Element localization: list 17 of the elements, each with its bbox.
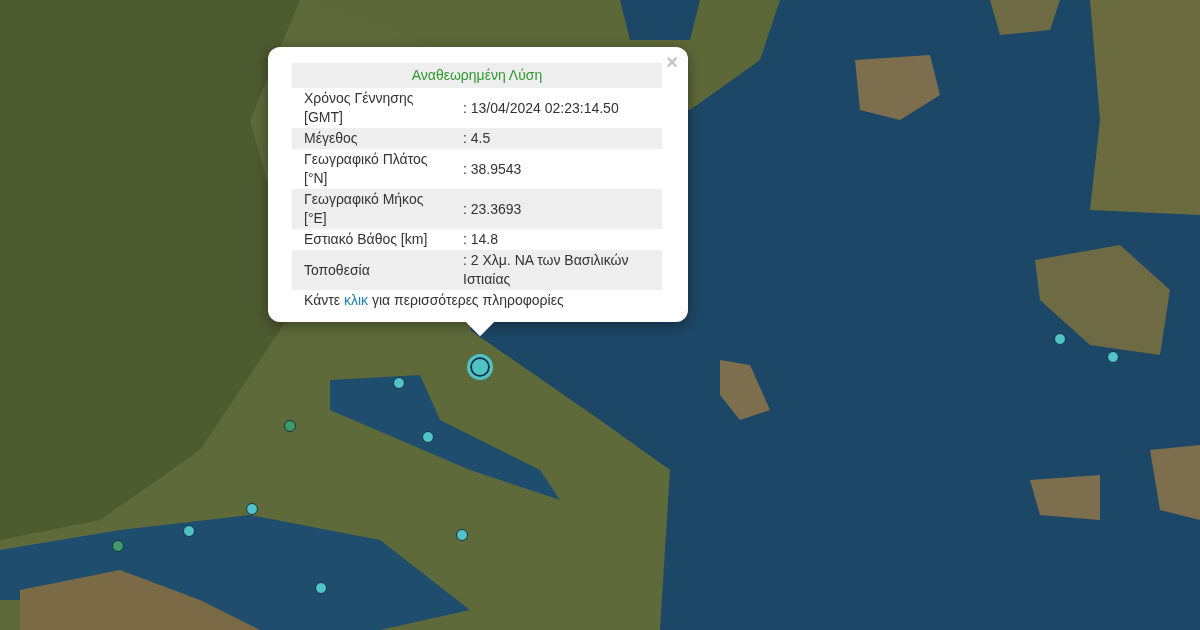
field-label: Τοποθεσία: [292, 250, 451, 290]
field-label: Γεωγραφικό Μήκος [°E]: [292, 189, 451, 229]
earthquake-marker[interactable]: [1107, 351, 1119, 363]
field-label: Χρόνος Γέννησης [GMT]: [292, 88, 451, 128]
popup-title: Αναθεωρημένη Λύση: [292, 63, 662, 88]
field-label: Γεωγραφικό Πλάτος [°N]: [292, 149, 451, 189]
earthquake-marker[interactable]: [1054, 333, 1066, 345]
click-link[interactable]: κλικ: [343, 292, 369, 308]
field-value: : 14.8: [451, 229, 662, 250]
field-value: : 13/04/2024 02:23:14.50: [451, 88, 662, 128]
field-value: : 2 Χλμ. ΝΑ των Βασιλικών Ιστιαίας: [451, 250, 662, 290]
field-label: Εστιακό Βάθος [km]: [292, 229, 451, 250]
field-value: : 4.5: [451, 128, 662, 149]
field-value: : 38.9543: [451, 149, 662, 189]
field-label: Μέγεθος: [292, 128, 451, 149]
more-info-text: Κάντε κλικ για περισσότερες πληροφορίες: [304, 292, 565, 308]
field-value: : 23.3693: [451, 189, 662, 229]
